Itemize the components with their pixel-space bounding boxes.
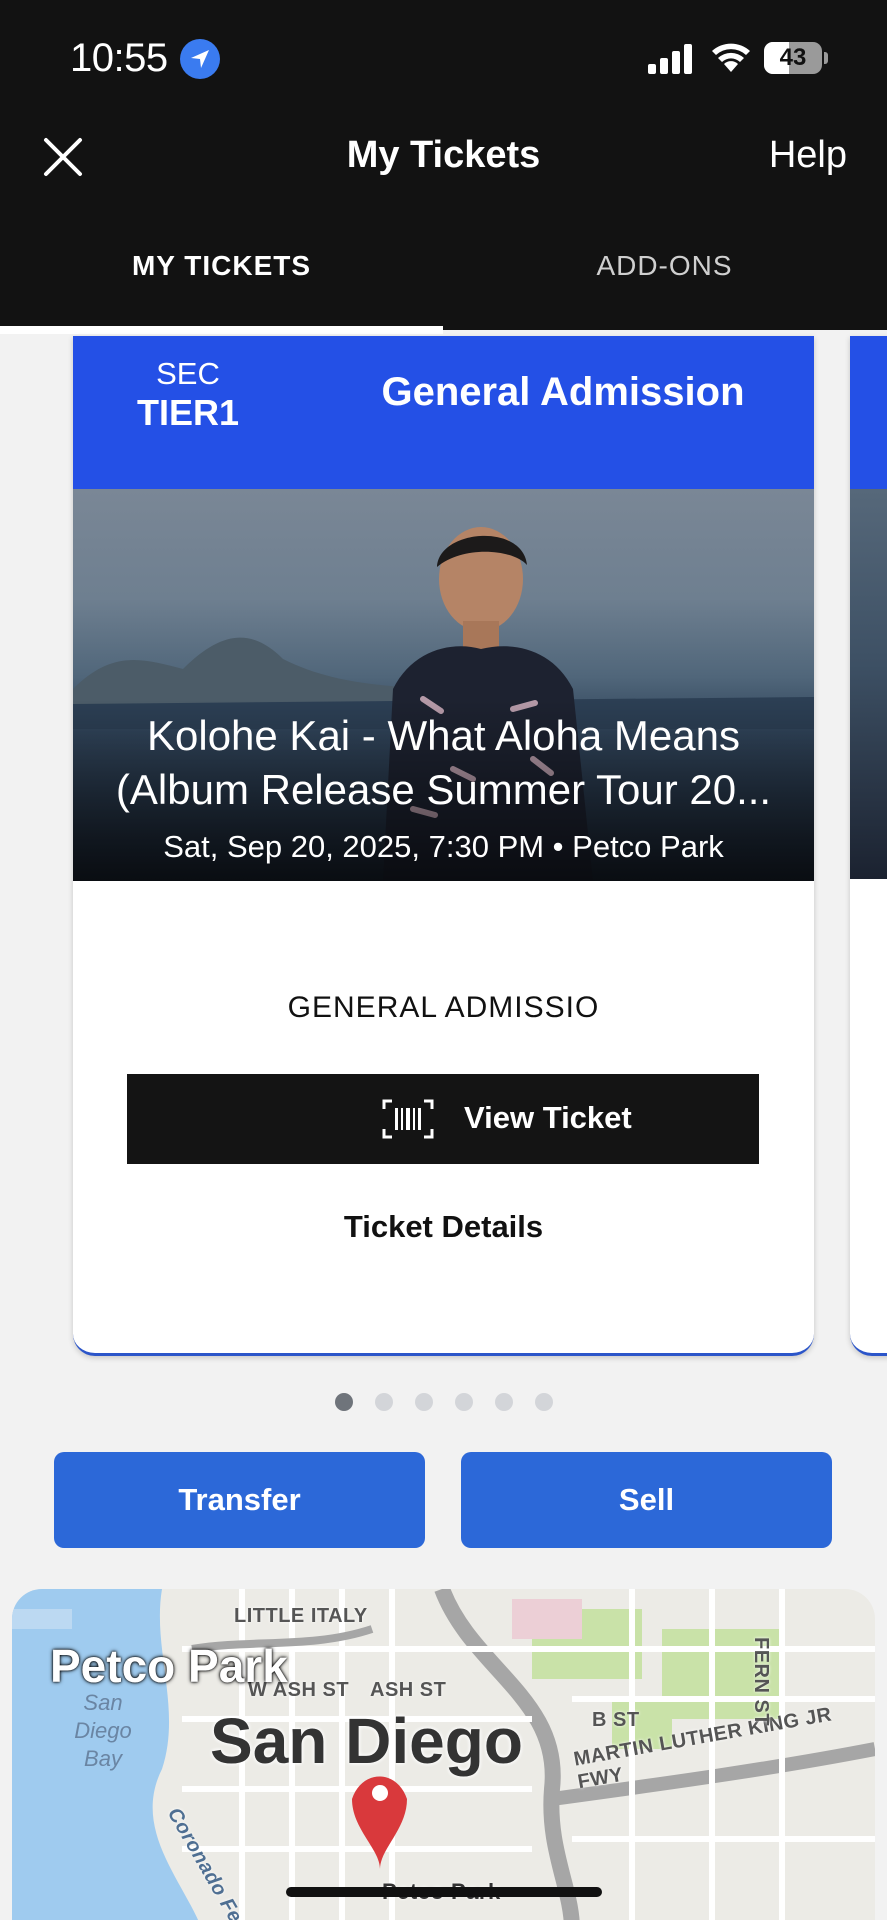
- map-label-ash-st: ASH ST: [370, 1679, 447, 1701]
- help-link[interactable]: Help: [769, 134, 847, 177]
- page-title: My Tickets: [346, 134, 541, 176]
- pager-dot[interactable]: [334, 1393, 353, 1411]
- pager-dots: [0, 1393, 887, 1411]
- next-ticket-card[interactable]: [850, 336, 887, 1356]
- battery-icon: 43: [764, 42, 822, 74]
- pager-dot[interactable]: [414, 1393, 433, 1411]
- pager-dot[interactable]: [494, 1393, 513, 1411]
- next-ticket-header: [850, 336, 887, 489]
- section-label: SEC: [156, 356, 220, 391]
- next-ticket-image: [850, 489, 887, 879]
- transfer-button[interactable]: Transfer: [54, 1452, 425, 1548]
- map-label-b-st: B ST: [592, 1709, 640, 1731]
- location-arrow-icon: [180, 39, 220, 79]
- ticket-details-link[interactable]: Ticket Details: [73, 1209, 814, 1245]
- status-time: 10:55: [70, 36, 168, 80]
- map-label-bay: San Diego Bay: [74, 1690, 132, 1771]
- admission-title: General Admission: [381, 370, 745, 414]
- event-name: Kolohe Kai - What Aloha Means (Album Rel…: [115, 712, 772, 813]
- pager-dot[interactable]: [454, 1393, 473, 1411]
- venue-map[interactable]: LITTLE ITALY W ASH ST ASH ST B ST MARTIN…: [12, 1589, 875, 1920]
- tab-add-ons[interactable]: ADD-ONS: [443, 250, 886, 282]
- battery-percent: 43: [779, 44, 807, 71]
- tab-active-indicator: [0, 326, 443, 334]
- section-value: TIER1: [136, 392, 240, 433]
- home-indicator: [286, 1887, 602, 1897]
- view-ticket-label: View Ticket: [464, 1100, 632, 1135]
- pager-dot[interactable]: [374, 1393, 393, 1411]
- map-city-label: San Diego: [210, 1705, 523, 1777]
- battery-nub: [824, 52, 828, 64]
- map-title: Petco Park: [50, 1640, 288, 1692]
- sell-button[interactable]: Sell: [461, 1452, 832, 1548]
- ticket-card-header: SEC TIER1 General Admission: [73, 336, 814, 489]
- tab-my-tickets[interactable]: MY TICKETS: [0, 250, 443, 282]
- cellular-signal-icon: [648, 44, 692, 74]
- map-label-little-italy: LITTLE ITALY: [234, 1605, 368, 1627]
- event-date-venue: Sat, Sep 20, 2025, 7:30 PM • Petco Park: [163, 829, 724, 864]
- map-label-fern-st: FERN ST: [750, 1637, 772, 1727]
- view-ticket-button[interactable]: View Ticket: [127, 1074, 759, 1164]
- app-header: 10:55 43 My Tickets Help MY TICKETS ADD-…: [0, 0, 887, 330]
- ticket-card[interactable]: SEC TIER1 General Admission Kolohe Kai -…: [73, 336, 814, 1356]
- barcode-icon: [382, 1099, 434, 1139]
- wifi-icon: [712, 43, 750, 72]
- admission-type: GENERAL ADMISSIO: [287, 991, 600, 1024]
- event-image: Kolohe Kai - What Aloha Means (Album Rel…: [73, 489, 814, 881]
- pager-dot[interactable]: [534, 1393, 553, 1411]
